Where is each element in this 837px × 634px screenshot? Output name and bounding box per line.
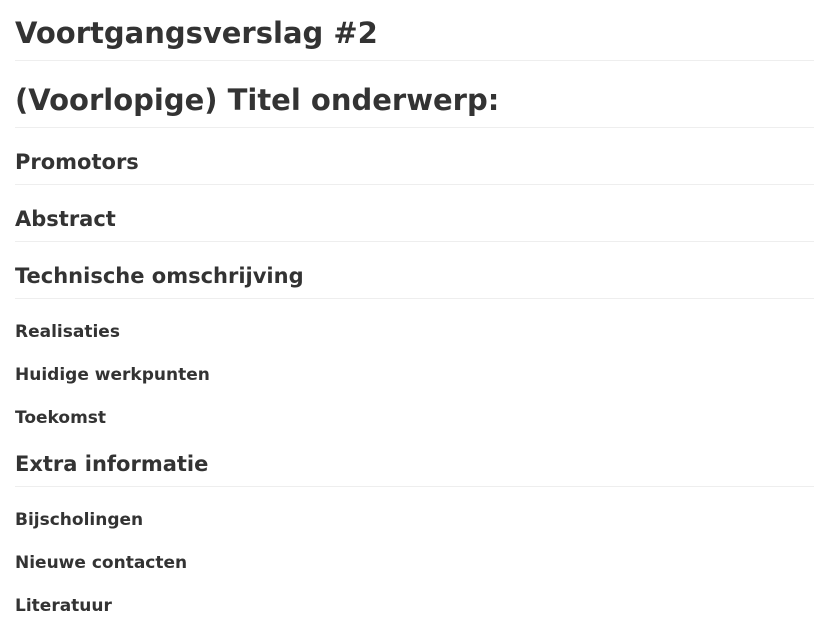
new-contacts-heading: Nieuwe contacten [15, 553, 188, 573]
abstract-heading: Abstract [15, 185, 814, 242]
current-workpoints-heading: Huidige werkpunten [15, 365, 210, 385]
future-heading: Toekomst [15, 408, 107, 428]
training-heading: Bijscholingen [15, 510, 144, 530]
page-title: Voortgangsverslag #2 [15, 0, 814, 61]
extra-information-heading: Extra informatie [15, 429, 814, 487]
promotors-heading: Promotors [15, 128, 814, 185]
realisaties-heading: Realisaties [15, 322, 120, 342]
literature-heading: Literatuur [15, 596, 112, 616]
technical-description-heading: Technische omschrijving [15, 242, 814, 299]
subject-title-heading: (Voorlopige) Titel onderwerp: [15, 61, 814, 128]
